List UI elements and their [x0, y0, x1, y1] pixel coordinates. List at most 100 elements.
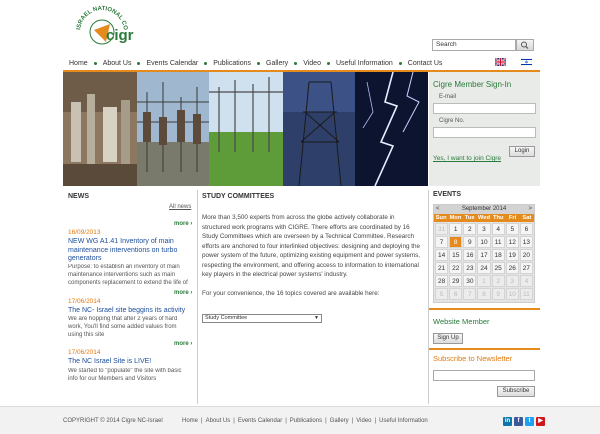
events-heading: EVENTS	[433, 191, 462, 198]
youtube-icon[interactable]: ▶	[536, 417, 545, 426]
footer-link-video[interactable]: Video	[356, 418, 371, 424]
twitter-icon[interactable]: t	[525, 417, 534, 426]
nav-item-events-calendar[interactable]: Events Calendar	[140, 60, 204, 67]
calendar-day[interactable]: 31	[435, 223, 449, 235]
calendar-day[interactable]: 15	[449, 249, 463, 261]
newsletter-email-field[interactable]	[433, 370, 535, 381]
calendar-day[interactable]: 6	[519, 223, 533, 235]
calendar-day[interactable]: 10	[505, 288, 519, 300]
calendar-day[interactable]: 1	[449, 223, 463, 235]
calendar-day[interactable]: 25	[491, 262, 505, 274]
email-label: E-mail	[439, 94, 457, 100]
logo-brand: cigré	[106, 27, 134, 44]
calendar-day[interactable]: 17	[477, 249, 491, 261]
calendar-day[interactable]: 9	[463, 236, 477, 248]
footer-separator: |	[233, 418, 235, 424]
calendar-day[interactable]: 8	[477, 288, 491, 300]
calendar-month: September 2014	[461, 206, 507, 212]
calendar-day[interactable]: 6	[449, 288, 463, 300]
news-more-link[interactable]: more ›	[174, 290, 192, 296]
footer-separator: |	[374, 418, 377, 424]
cigre-no-field[interactable]	[433, 127, 536, 138]
login-button[interactable]: Login	[509, 146, 535, 157]
linkedin-icon[interactable]: in	[503, 417, 512, 426]
calendar-day[interactable]: 23	[463, 262, 477, 274]
calendar-day[interactable]: 14	[435, 249, 449, 261]
calendar-day[interactable]: 3	[505, 275, 519, 287]
footer-link-useful-information[interactable]: Useful Information	[379, 418, 428, 424]
calendar-day[interactable]: 12	[505, 236, 519, 248]
footer-link-gallery[interactable]: Gallery	[330, 418, 349, 424]
nav-item-publications[interactable]: Publications	[207, 60, 257, 67]
calendar-day[interactable]: 9	[491, 288, 505, 300]
study-committees-heading: STUDY COMMITTEES	[202, 193, 275, 200]
hero-image	[63, 72, 428, 186]
calendar-day[interactable]: 27	[519, 262, 533, 274]
calendar-prev-button[interactable]: <	[436, 205, 440, 214]
news-headline[interactable]: NEW WG A1.41 Inventory of main maintenan…	[68, 238, 190, 264]
nav-item-contact-us[interactable]: Contact Us	[402, 60, 449, 67]
news-headline[interactable]: The NC Israel Site is LIVE!	[68, 358, 190, 367]
nav-item-video[interactable]: Video	[297, 60, 327, 67]
footer-link-publications[interactable]: Publications	[290, 418, 322, 424]
study-paragraph: For your convenience, the 16 topics cove…	[202, 289, 380, 297]
footer-link-about-us[interactable]: About Us	[206, 418, 231, 424]
email-field[interactable]	[433, 103, 536, 114]
calendar-day[interactable]: 13	[519, 236, 533, 248]
weekday-label: Tue	[464, 215, 475, 221]
search-input[interactable]: Search	[432, 39, 516, 51]
calendar-day[interactable]: 2	[491, 275, 505, 287]
calendar-day-today[interactable]: 8	[449, 236, 463, 248]
cigre-logo[interactable]: ISRAEL NATIONAL COMMITTEE cigré	[72, 2, 134, 52]
copyright-text: COPYRIGHT © 2014 Cigre NC-Israel	[63, 418, 163, 424]
weekday-label: Sat	[522, 215, 532, 221]
calendar-day[interactable]: 18	[491, 249, 505, 261]
study-committee-select[interactable]: Study Committee	[202, 314, 322, 323]
join-cigre-link[interactable]: Yes, I want to join Cigre	[433, 155, 501, 162]
search-button[interactable]	[516, 39, 534, 51]
calendar-day[interactable]: 4	[491, 223, 505, 235]
calendar-day[interactable]: 10	[477, 236, 491, 248]
calendar-day[interactable]: 24	[477, 262, 491, 274]
facebook-icon[interactable]: f	[514, 417, 523, 426]
calendar-day[interactable]: 11	[491, 236, 505, 248]
calendar-day[interactable]: 26	[505, 262, 519, 274]
calendar-day[interactable]: 30	[463, 275, 477, 287]
calendar-day[interactable]: 11	[519, 288, 533, 300]
calendar-day[interactable]: 5	[505, 223, 519, 235]
subscribe-button[interactable]: Subscribe	[497, 386, 535, 397]
calendar-day[interactable]: 7	[463, 288, 477, 300]
news-more-link[interactable]: more ›	[174, 341, 192, 347]
all-news-link[interactable]: All news	[169, 204, 191, 210]
nav-item-useful-information[interactable]: Useful Information	[330, 60, 399, 67]
news-more-link[interactable]: more ›	[174, 221, 192, 227]
calendar-day[interactable]: 21	[435, 262, 449, 274]
arrow-right-icon: ›	[190, 341, 193, 347]
calendar-day[interactable]: 28	[435, 275, 449, 287]
footer-link-home[interactable]: Home	[182, 418, 198, 424]
sign-up-button[interactable]: Sign Up	[433, 333, 463, 344]
calendar-day[interactable]: 3	[477, 223, 491, 235]
calendar-day[interactable]: 22	[449, 262, 463, 274]
calendar-day[interactable]: 7	[435, 236, 449, 248]
news-excerpt: We are hopping that after 2 years of har…	[68, 316, 178, 338]
nav-item-home[interactable]: Home	[63, 60, 94, 67]
calendar-day[interactable]: 5	[435, 288, 449, 300]
weekday-label: Sun	[435, 215, 447, 221]
nav-item-about-us[interactable]: About Us	[97, 60, 138, 67]
calendar-day[interactable]: 19	[505, 249, 519, 261]
footer-link-events-calendar[interactable]: Events Calendar	[238, 418, 282, 424]
calendar-day[interactable]: 2	[463, 223, 477, 235]
hero-banner	[63, 72, 428, 186]
news-headline[interactable]: The NC- Israel site beggins its activity	[68, 307, 190, 316]
calendar-next-button[interactable]: >	[528, 205, 532, 214]
calendar-day[interactable]: 29	[449, 275, 463, 287]
calendar-day[interactable]: 16	[463, 249, 477, 261]
calendar-day[interactable]: 20	[519, 249, 533, 261]
calendar-day[interactable]: 1	[477, 275, 491, 287]
column-divider	[428, 190, 429, 404]
news-date: 17/06/2014	[68, 298, 101, 305]
nav-item-gallery[interactable]: Gallery	[260, 60, 294, 67]
news-excerpt: Purpose: to establish an inventory of ma…	[68, 264, 188, 286]
calendar-day[interactable]: 4	[519, 275, 533, 287]
